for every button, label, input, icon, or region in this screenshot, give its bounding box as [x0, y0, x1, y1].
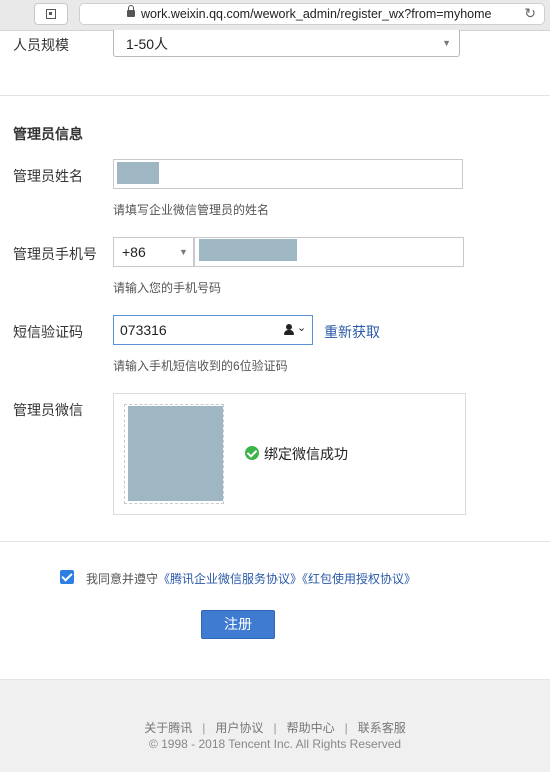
address-bar[interactable]: work.weixin.qq.com/wework_admin/register…: [79, 3, 545, 25]
chevron-down-icon: ▼: [179, 247, 188, 257]
divider: [0, 95, 550, 96]
admin-name-hint: 请填写企业微信管理员的姓名: [113, 203, 270, 217]
sms-code-input[interactable]: 073316 ⌄: [113, 315, 313, 345]
browser-toolbar: work.weixin.qq.com/wework_admin/register…: [0, 0, 550, 31]
admin-name-input[interactable]: [113, 159, 463, 189]
reload-icon[interactable]: ↻: [524, 5, 536, 22]
bind-status-text: 绑定微信成功: [264, 446, 348, 462]
copyright: © 1998 - 2018 Tencent Inc. All Rights Re…: [148, 737, 402, 751]
url-text: work.weixin.qq.com/wework_admin/register…: [141, 7, 492, 21]
footer-link-help[interactable]: 帮助中心: [287, 721, 335, 735]
divider: [0, 541, 550, 542]
redacted-name: [117, 162, 159, 184]
resend-code-link[interactable]: 重新获取: [324, 322, 380, 342]
company-size-label: 人员规模: [13, 37, 69, 53]
company-size-value: 1-50人: [126, 36, 169, 52]
footer-link-about[interactable]: 关于腾讯: [144, 721, 192, 735]
agreement-text: 我同意并遵守《腾讯企业微信服务协议》《红包使用授权协议》: [86, 570, 416, 587]
tab-overview-button[interactable]: [34, 3, 68, 25]
footer-links: 关于腾讯 | 用户协议 | 帮助中心 | 联系客服: [144, 721, 406, 735]
agreement-prefix: 我同意并遵守: [86, 572, 159, 586]
register-button[interactable]: 注册: [201, 610, 275, 639]
sms-code-label: 短信验证码: [13, 324, 83, 340]
redacted-phone: [199, 239, 297, 261]
country-code-select[interactable]: +86 ▼: [113, 237, 194, 267]
chevron-down-icon[interactable]: ⌄: [297, 321, 306, 334]
admin-wechat-label: 管理员微信: [13, 402, 83, 418]
admin-phone-label: 管理员手机号: [13, 246, 97, 262]
chevron-down-icon: ▼: [442, 38, 451, 48]
footer-link-terms[interactable]: 用户协议: [215, 721, 263, 735]
sms-code-hint: 请输入手机短信收到的6位验证码: [113, 359, 288, 373]
admin-phone-hint: 请输入您的手机号码: [113, 281, 222, 295]
sms-code-value: 073316: [120, 322, 167, 338]
redpacket-agreement-link[interactable]: 《红包使用授权协议》: [302, 572, 416, 586]
lock-icon: [127, 5, 135, 17]
check-circle-icon: [245, 446, 259, 460]
admin-section-title: 管理员信息: [13, 126, 83, 142]
qr-code-image: [128, 406, 223, 501]
country-code-value: +86: [122, 244, 146, 260]
person-icon: [284, 324, 294, 336]
service-agreement-link[interactable]: 《腾讯企业微信服务协议》: [158, 572, 302, 586]
tab-overview-icon: [46, 9, 56, 19]
footer: 关于腾讯 | 用户协议 | 帮助中心 | 联系客服 © 1998 - 2018 Tencen…: [0, 679, 550, 772]
footer-link-contact[interactable]: 联系客服: [358, 721, 406, 735]
wechat-bind-panel: 绑定微信成功: [113, 393, 466, 515]
admin-name-label: 管理员姓名: [13, 168, 83, 184]
company-size-select[interactable]: 1-50人 ▼: [113, 30, 460, 57]
admin-phone-input[interactable]: [194, 237, 464, 267]
agree-checkbox[interactable]: [60, 570, 74, 584]
